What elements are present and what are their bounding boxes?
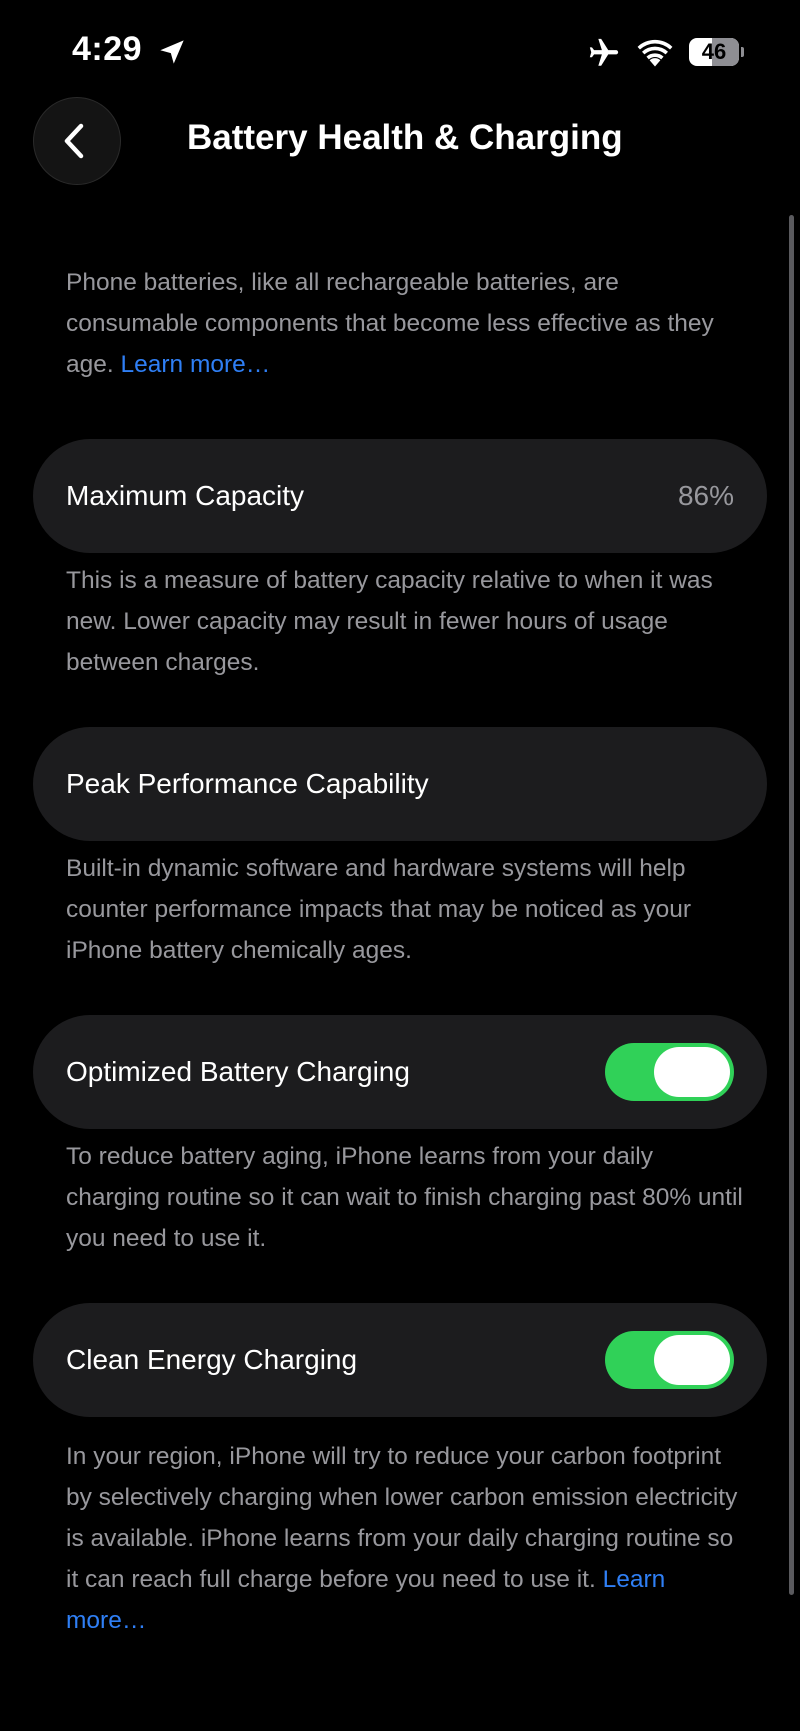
location-arrow-icon <box>160 40 184 64</box>
toggle-knob <box>654 1047 730 1097</box>
chevron-left-icon <box>64 123 84 159</box>
optimized-charging-label: Optimized Battery Charging <box>66 1056 410 1087</box>
scroll-indicator[interactable] <box>789 215 794 1595</box>
status-bar: 4:29 46 <box>0 0 800 100</box>
intro-description: Phone batteries, like all rechargeable b… <box>66 262 746 385</box>
optimized-charging-toggle[interactable] <box>605 1043 734 1101</box>
peak-performance-row[interactable]: Peak Performance Capability <box>33 727 767 841</box>
toggle-knob <box>654 1335 730 1385</box>
maximum-capacity-value: 86% <box>677 480 734 511</box>
clean-energy-toggle[interactable] <box>605 1331 734 1389</box>
peak-performance-description: Built-in dynamic software and hardware s… <box>66 855 692 964</box>
back-button[interactable] <box>33 97 121 185</box>
optimized-charging-row: Optimized Battery Charging <box>33 1015 767 1129</box>
maximum-capacity-row: Maximum Capacity 86% <box>33 439 767 553</box>
clean-energy-label: Clean Energy Charging <box>66 1344 358 1375</box>
page-title: Battery Health & Charging <box>187 118 623 157</box>
maximum-capacity-description: This is a measure of battery capacity re… <box>66 567 713 676</box>
clean-energy-description: In your region, iPhone will try to reduc… <box>66 1436 746 1641</box>
status-time: 4:29 <box>72 30 143 68</box>
battery-body: 46 <box>689 38 739 66</box>
airplane-icon <box>589 38 619 66</box>
peak-performance-label: Peak Performance Capability <box>66 768 429 799</box>
battery-icon: 46 <box>689 38 744 68</box>
wifi-icon <box>637 39 673 67</box>
battery-level: 46 <box>701 39 727 64</box>
maximum-capacity-label: Maximum Capacity <box>66 480 305 511</box>
learn-more-link[interactable]: Learn more… <box>121 351 271 378</box>
optimized-charging-description: To reduce battery aging, iPhone learns f… <box>66 1143 743 1252</box>
clean-energy-row: Clean Energy Charging <box>33 1303 767 1417</box>
battery-cap <box>741 47 744 57</box>
